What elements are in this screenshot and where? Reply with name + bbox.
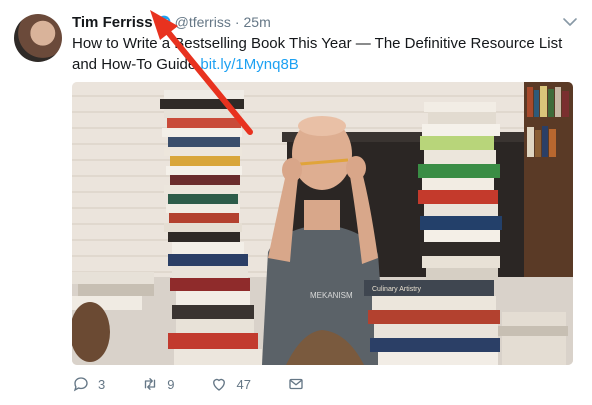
photo-illustration: MEKANISM Culinary Artistry <box>72 82 573 365</box>
like-count: 47 <box>236 376 251 392</box>
tweet-actions: 3 9 47 <box>72 372 349 396</box>
retweet-count: 9 <box>167 376 175 392</box>
message-button[interactable] <box>287 375 313 393</box>
retweet-icon <box>145 378 156 390</box>
svg-text:MEKANISM: MEKANISM <box>310 291 353 300</box>
tweet-card[interactable]: Tim Ferriss @tferriss · 25m How to Write… <box>0 0 592 405</box>
tweet-header: Tim Ferriss @tferriss · 25m <box>72 12 271 32</box>
separator-dot: · <box>234 14 240 30</box>
retweet-button[interactable]: 9 <box>141 375 174 393</box>
reply-count: 3 <box>98 376 106 392</box>
svg-text:Culinary Artistry: Culinary Artistry <box>372 286 422 293</box>
tweet-text: How to Write a Bestselling Book This Yea… <box>72 33 572 75</box>
author-handle[interactable]: @tferriss <box>175 14 231 30</box>
message-icon <box>289 378 303 390</box>
like-icon <box>213 378 226 391</box>
reply-button[interactable]: 3 <box>72 375 105 393</box>
chevron-down-icon[interactable] <box>562 14 578 30</box>
tweet-body: How to Write a Bestselling Book This Yea… <box>72 35 563 73</box>
avatar[interactable] <box>14 14 62 62</box>
verified-badge-icon <box>157 15 171 29</box>
like-button[interactable]: 47 <box>210 375 251 393</box>
tweet-photo[interactable]: MEKANISM Culinary Artistry <box>72 82 573 365</box>
reply-icon <box>73 377 88 392</box>
tweet-link[interactable]: bit.ly/1Mynq8B <box>200 56 298 73</box>
author-name[interactable]: Tim Ferriss <box>72 14 153 31</box>
tweet-timestamp[interactable]: 25m <box>244 14 271 30</box>
